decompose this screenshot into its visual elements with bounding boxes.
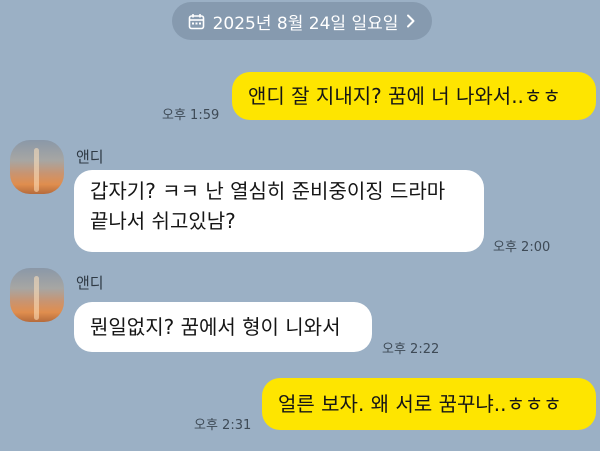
- message-text: 뭔일없지? 꿈에서 형이 니와서: [90, 315, 341, 339]
- sender-name: 앤디: [76, 148, 104, 166]
- date-divider-label: 2025년 8월 24일 일요일: [212, 13, 399, 34]
- sender-avatar[interactable]: [10, 140, 64, 194]
- avatar-photo-detail: [34, 148, 39, 192]
- my-message-bubble[interactable]: 앤디 잘 지내지? 꿈에 너 나와서..ㅎㅎ: [232, 72, 596, 120]
- message-time: 오후 2:31: [194, 418, 252, 433]
- their-message-bubble[interactable]: 뭔일없지? 꿈에서 형이 니와서: [74, 302, 372, 352]
- date-divider[interactable]: 2025년 8월 24일 일요일: [172, 2, 432, 40]
- message-time: 오후 2:00: [493, 240, 551, 255]
- message-text: 갑자기? ㅋㅋ 난 열심히 준비중이징 드라마 끝나서 쉬고있남?: [90, 179, 446, 233]
- message-text: 앤디 잘 지내지? 꿈에 너 나와서..ㅎㅎ: [248, 84, 561, 108]
- sender-avatar[interactable]: [10, 268, 64, 322]
- message-time: 오후 1:59: [162, 108, 220, 123]
- calendar-icon: [188, 13, 205, 30]
- message-time: 오후 2:22: [382, 342, 440, 357]
- chat-room: 2025년 8월 24일 일요일 앤디 잘 지내지? 꿈에 너 나와서..ㅎㅎ …: [0, 0, 600, 451]
- message-text: 얼른 보자. 왜 서로 꿈꾸냐..ㅎㅎㅎ: [278, 392, 562, 416]
- their-message-bubble[interactable]: 갑자기? ㅋㅋ 난 열심히 준비중이징 드라마 끝나서 쉬고있남?: [74, 170, 484, 252]
- sender-name: 앤디: [76, 274, 104, 292]
- chevron-right-icon: [406, 14, 416, 28]
- avatar-photo-detail: [34, 276, 39, 320]
- my-message-bubble[interactable]: 얼른 보자. 왜 서로 꿈꾸냐..ㅎㅎㅎ: [262, 378, 596, 430]
